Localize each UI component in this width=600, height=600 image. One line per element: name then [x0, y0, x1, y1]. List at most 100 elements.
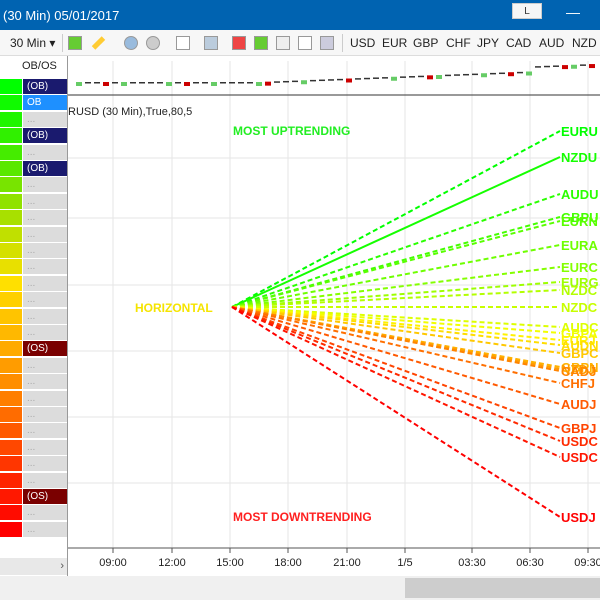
currency-cad[interactable]: CAD [506, 36, 531, 50]
zoom-in-icon[interactable] [124, 36, 138, 50]
price-candle [211, 82, 217, 86]
price-candle [184, 82, 190, 86]
strength-color-cell [0, 243, 22, 258]
table-row[interactable]: ... [0, 423, 67, 439]
table-row[interactable]: ... [0, 111, 67, 127]
obos-cell: ... [23, 439, 67, 455]
obos-cell: ... [23, 357, 67, 373]
currency-usd[interactable]: USD [350, 36, 375, 50]
table-row[interactable]: ... [0, 472, 67, 488]
price-candle [589, 64, 595, 69]
interval-dropdown[interactable]: 30 Min ▾ [10, 36, 55, 50]
most-downtrending-label: MOST DOWNTRENDING [233, 510, 372, 524]
divider [62, 34, 63, 52]
currency-aud[interactable]: AUD [539, 36, 564, 50]
obos-cell: (OS) [23, 489, 67, 504]
table-row[interactable]: (OB) [0, 79, 67, 94]
strength-color-cell [0, 177, 22, 193]
trend-line [231, 306, 561, 442]
chart-area[interactable]: 09:00 12:00 15:00 18:00 21:00 1/5 03:30 06:30 09… [68, 56, 600, 576]
table-row[interactable]: (OS) [0, 489, 67, 504]
obos-cell: (OB) [23, 161, 67, 176]
table-row[interactable]: ... [0, 390, 67, 406]
pair-label: USDC [561, 450, 598, 465]
currency-nzd[interactable]: NZD [572, 36, 597, 50]
candlestick-icon[interactable] [68, 36, 82, 50]
obos-cell: ... [23, 390, 67, 406]
currency-eur[interactable]: EUR [382, 36, 407, 50]
obos-cell: OB [23, 95, 67, 111]
table-row[interactable]: (OB) [0, 161, 67, 176]
strength-color-cell [0, 407, 22, 422]
price-candle [373, 77, 379, 79]
table-row[interactable]: ... [0, 308, 67, 324]
table-row[interactable]: ... [0, 144, 67, 160]
price-candle [310, 79, 316, 82]
zoom-out-icon[interactable] [146, 36, 160, 50]
chart-scrollbar[interactable] [405, 578, 600, 598]
table-row[interactable]: ... [0, 407, 67, 422]
price-candle [85, 82, 91, 84]
x-tick-label: 06:30 [516, 557, 544, 569]
table-row[interactable]: ... [0, 275, 67, 291]
chevron-right-icon[interactable]: › [60, 560, 64, 572]
obos-cell: ... [23, 407, 67, 422]
line-chart-icon[interactable] [276, 36, 290, 50]
minimize-button[interactable]: — [566, 4, 580, 20]
price-candle [454, 74, 460, 76]
table-row[interactable]: ... [0, 521, 67, 537]
trend-line [231, 193, 561, 308]
table-row[interactable]: ... [0, 226, 67, 242]
price-candle [76, 82, 82, 86]
strength-color-cell [0, 505, 22, 521]
strength-color-cell [0, 95, 22, 111]
table-row[interactable]: ... [0, 325, 67, 340]
table-row[interactable]: ... [0, 243, 67, 258]
strength-color-cell [0, 341, 22, 357]
price-candle [229, 82, 235, 84]
strength-color-cell [0, 439, 22, 455]
price-candle [265, 81, 271, 86]
indicator-icon[interactable] [232, 36, 246, 50]
table-row[interactable]: (OS) [0, 341, 67, 357]
price-candle [193, 82, 199, 84]
price-candle [517, 71, 523, 74]
title-bar: (30 Min) 05/01/2017 L — [0, 0, 600, 30]
table-row[interactable]: ... [0, 259, 67, 275]
price-candle [175, 82, 181, 84]
obos-header: OB/OS [22, 60, 57, 72]
table-row[interactable]: ... [0, 439, 67, 455]
table-row[interactable]: (OB) [0, 128, 67, 144]
currency-gbp[interactable]: GBP [413, 36, 438, 50]
cursor-icon[interactable] [176, 36, 190, 50]
strength-color-cell [0, 456, 22, 472]
price-candle [319, 79, 325, 82]
price-candle [499, 72, 505, 75]
table-row[interactable]: ... [0, 505, 67, 521]
table-row[interactable]: ... [0, 292, 67, 308]
table-row[interactable]: ... [0, 210, 67, 226]
strength-color-cell [0, 161, 22, 176]
bars-icon[interactable] [254, 36, 268, 50]
pencil-icon[interactable] [91, 36, 106, 50]
table-row[interactable]: ... [0, 193, 67, 209]
pair-label: EURC [561, 260, 598, 275]
currency-jpy[interactable]: JPY [477, 36, 499, 50]
pair-label: NZDC [561, 300, 598, 315]
price-candle [238, 82, 244, 84]
table-row[interactable]: ... [0, 374, 67, 390]
table-scrollbar[interactable]: › [0, 558, 67, 575]
pair-label: USDJ [561, 510, 596, 525]
currency-chf[interactable]: CHF [446, 36, 471, 50]
trend-line [231, 266, 561, 308]
dollar-icon[interactable] [298, 36, 312, 50]
l-button[interactable]: L [512, 3, 542, 19]
template-icon[interactable] [320, 36, 334, 50]
strength-color-cell [0, 79, 22, 94]
table-row[interactable]: OB [0, 95, 67, 111]
table-row[interactable]: ... [0, 177, 67, 193]
table-row[interactable]: ... [0, 456, 67, 472]
magnifier-icon[interactable] [204, 36, 218, 50]
obos-cell: ... [23, 259, 67, 275]
table-row[interactable]: ... [0, 357, 67, 373]
